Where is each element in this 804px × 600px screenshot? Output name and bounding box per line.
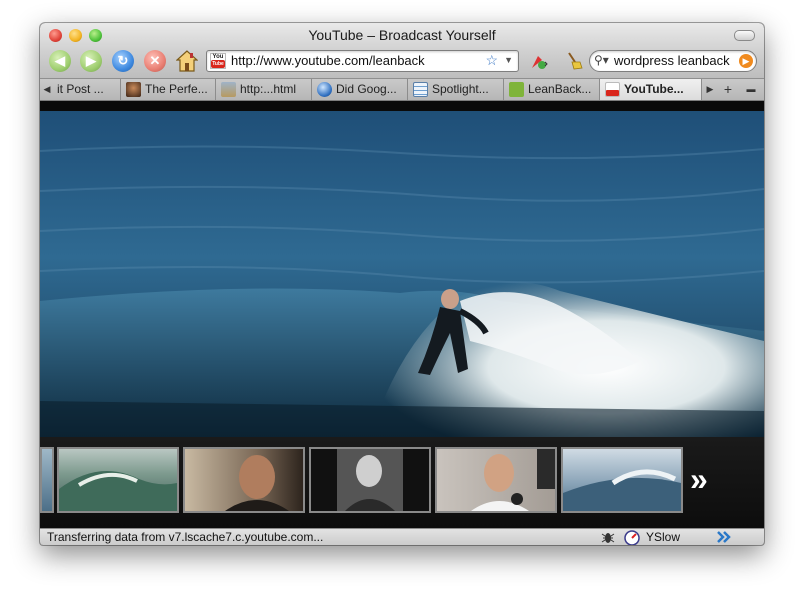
extension-icon xyxy=(532,56,548,69)
green-favicon-icon xyxy=(509,82,524,97)
reload-button[interactable]: ↻ xyxy=(112,50,134,72)
face-image xyxy=(225,455,289,511)
reload-icon: ↻ xyxy=(117,53,129,68)
toolbar-toggle-button[interactable] xyxy=(734,30,755,41)
portrait-favicon-icon xyxy=(126,82,141,97)
titlebar-toolbar: YouTube – Broadcast Yourself ◀ ▶ ↻ ✕ You… xyxy=(40,23,764,79)
tab-label: Did Goog... xyxy=(336,82,397,96)
wave-image xyxy=(59,471,177,511)
broom-button[interactable] xyxy=(565,50,583,72)
spotlight-favicon-icon xyxy=(413,82,428,97)
tab-3[interactable]: http:...html xyxy=(216,79,312,100)
page-content: » xyxy=(40,101,764,528)
search-bar[interactable]: ⚲▾ wordpress leanback ▶ xyxy=(589,50,757,72)
tab-5[interactable]: Spotlight... xyxy=(408,79,504,100)
tab-strip: ◀ it Post ... The Perfe... http:...html … xyxy=(40,79,764,101)
interview-image xyxy=(471,449,555,511)
surf-video-frame xyxy=(40,111,764,437)
video-player[interactable] xyxy=(40,111,764,437)
search-icon[interactable]: ⚲▾ xyxy=(594,53,609,67)
window-title: YouTube – Broadcast Yourself xyxy=(308,27,496,43)
tab-list-icon[interactable]: ▬ xyxy=(740,79,762,100)
tab-scroll-left-icon[interactable]: ◀ xyxy=(40,79,54,100)
tab-label: http:...html xyxy=(240,82,297,96)
next-thumbnails-button[interactable]: » xyxy=(690,461,708,498)
tab-2[interactable]: The Perfe... xyxy=(121,79,216,100)
status-bar: Transferring data from v7.lscache7.c.you… xyxy=(40,528,764,545)
bookmark-star-icon[interactable]: ☆ xyxy=(485,52,498,69)
tab-scroll-right-icon[interactable]: ▶ xyxy=(703,79,717,100)
stop-button[interactable]: ✕ xyxy=(144,50,166,72)
video-top-band xyxy=(40,101,764,111)
back-arrow-icon: ◀ xyxy=(55,53,65,68)
image-favicon-icon xyxy=(221,82,236,97)
back-button[interactable]: ◀ xyxy=(49,50,71,72)
extension-button[interactable] xyxy=(528,50,550,72)
youtube-favicon-icon xyxy=(605,82,620,97)
bug-icon[interactable] xyxy=(600,530,616,545)
tab-label: Spotlight... xyxy=(432,82,489,96)
history-dropdown-icon[interactable]: ▼ xyxy=(504,55,513,65)
home-button[interactable] xyxy=(175,49,199,73)
extension-status-icon[interactable] xyxy=(716,530,732,545)
surf-wave-thumb[interactable] xyxy=(57,447,179,513)
barrel-image xyxy=(563,469,681,511)
new-tab-icon[interactable]: + xyxy=(721,79,735,100)
status-text: Transferring data from v7.lscache7.c.you… xyxy=(47,530,324,544)
bw-portrait-image xyxy=(337,449,403,511)
address-bar[interactable]: You Tube http://www.youtube.com/leanback… xyxy=(206,50,519,72)
tab-1[interactable]: it Post ... xyxy=(54,79,121,100)
bw-portrait-thumb[interactable] xyxy=(309,447,431,513)
globe-favicon-icon xyxy=(317,82,332,97)
wave-barrel-thumb[interactable] xyxy=(561,447,683,513)
yslow-label[interactable]: YSlow xyxy=(646,530,680,544)
interview-mic-thumb[interactable] xyxy=(435,447,557,513)
yslow-gauge-icon[interactable] xyxy=(624,530,640,545)
partial-thumb[interactable] xyxy=(40,447,54,513)
tab-7-active[interactable]: YouTube... xyxy=(600,79,702,100)
tab-label: LeanBack... xyxy=(528,82,592,96)
tab-label: it Post ... xyxy=(57,82,104,96)
url-text[interactable]: http://www.youtube.com/leanback xyxy=(231,53,425,68)
search-go-icon[interactable]: ▶ xyxy=(739,54,753,68)
surfer-interview-thumb[interactable] xyxy=(183,447,305,513)
stop-icon: ✕ xyxy=(149,53,161,68)
tab-label: The Perfe... xyxy=(145,82,208,96)
browser-window: YouTube – Broadcast Yourself ◀ ▶ ↻ ✕ You… xyxy=(40,23,764,545)
tab-6[interactable]: LeanBack... xyxy=(504,79,600,100)
tab-4[interactable]: Did Goog... xyxy=(312,79,408,100)
search-input[interactable]: wordpress leanback xyxy=(614,53,730,68)
youtube-favicon-icon: You Tube xyxy=(210,53,226,69)
forward-arrow-icon: ▶ xyxy=(86,53,96,68)
broom-icon xyxy=(568,52,583,70)
home-icon xyxy=(175,50,199,72)
tab-label: YouTube... xyxy=(624,82,684,96)
related-videos-strip: » xyxy=(40,437,764,528)
forward-button[interactable]: ▶ xyxy=(80,50,102,72)
